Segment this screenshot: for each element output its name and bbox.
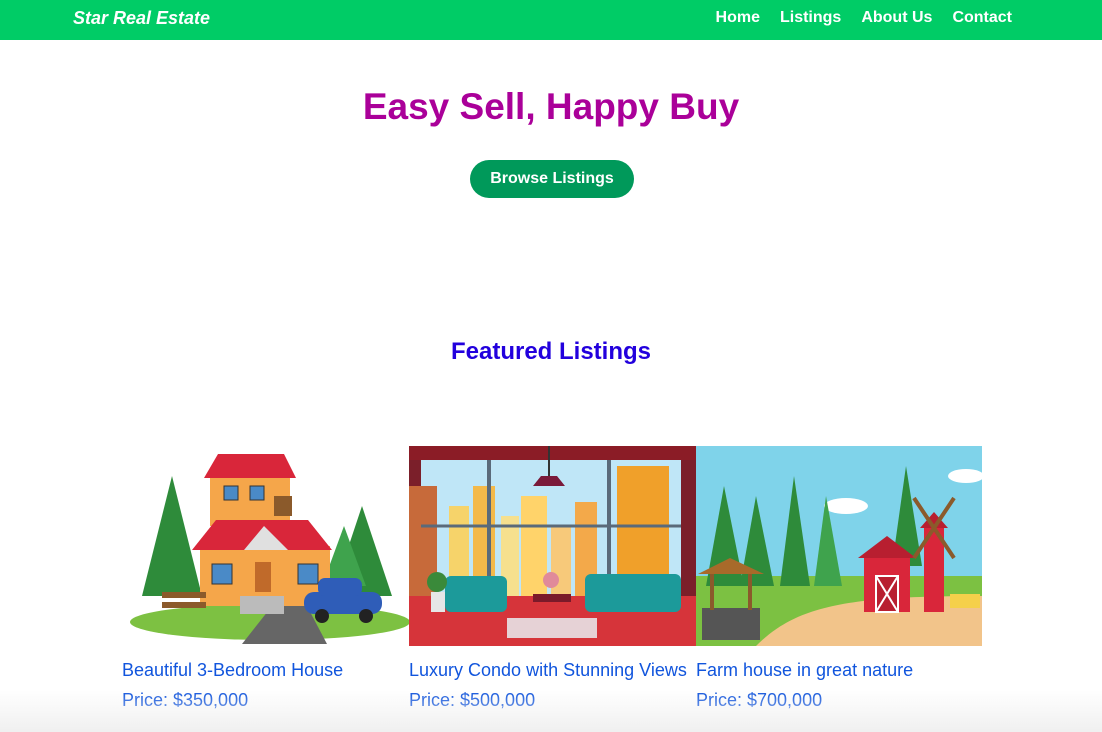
listing-title-link[interactable]: Luxury Condo with Stunning Views <box>409 660 696 681</box>
nav-links: Home Listings About Us Contact <box>716 9 1012 27</box>
listing-card: Farm house in great nature Price: $700,0… <box>696 446 982 732</box>
nav-link-contact[interactable]: Contact <box>952 9 1012 27</box>
browse-listings-button[interactable]: Browse Listings <box>470 160 634 198</box>
nav-link-listings[interactable]: Listings <box>780 9 841 27</box>
top-navbar: Star Real Estate Home Listings About Us … <box>0 0 1102 40</box>
nav-link-home[interactable]: Home <box>716 9 760 27</box>
nav-link-about-us[interactable]: About Us <box>861 9 932 27</box>
condo-interior-illustration[interactable] <box>409 446 696 646</box>
brand-logo-link[interactable]: Star Real Estate <box>73 8 210 29</box>
house-illustration[interactable] <box>122 446 409 646</box>
featured-listings-grid: Beautiful 3-Bedroom House Price: $350,00… <box>122 446 982 732</box>
listing-title-link[interactable]: Beautiful 3-Bedroom House <box>122 660 409 681</box>
listing-price: Price: $500,000 <box>409 690 536 710</box>
hero-title: Easy Sell, Happy Buy <box>362 86 740 127</box>
listing-title-link[interactable]: Farm house in great nature <box>696 660 982 681</box>
listing-card: Beautiful 3-Bedroom House Price: $350,00… <box>122 446 409 732</box>
listing-card: Luxury Condo with Stunning Views Price: … <box>409 446 696 732</box>
listing-price: Price: $350,000 <box>122 690 249 710</box>
featured-listings-heading: Featured Listings <box>450 338 652 365</box>
farm-illustration[interactable] <box>696 446 982 646</box>
listing-price: Price: $700,000 <box>696 690 823 710</box>
